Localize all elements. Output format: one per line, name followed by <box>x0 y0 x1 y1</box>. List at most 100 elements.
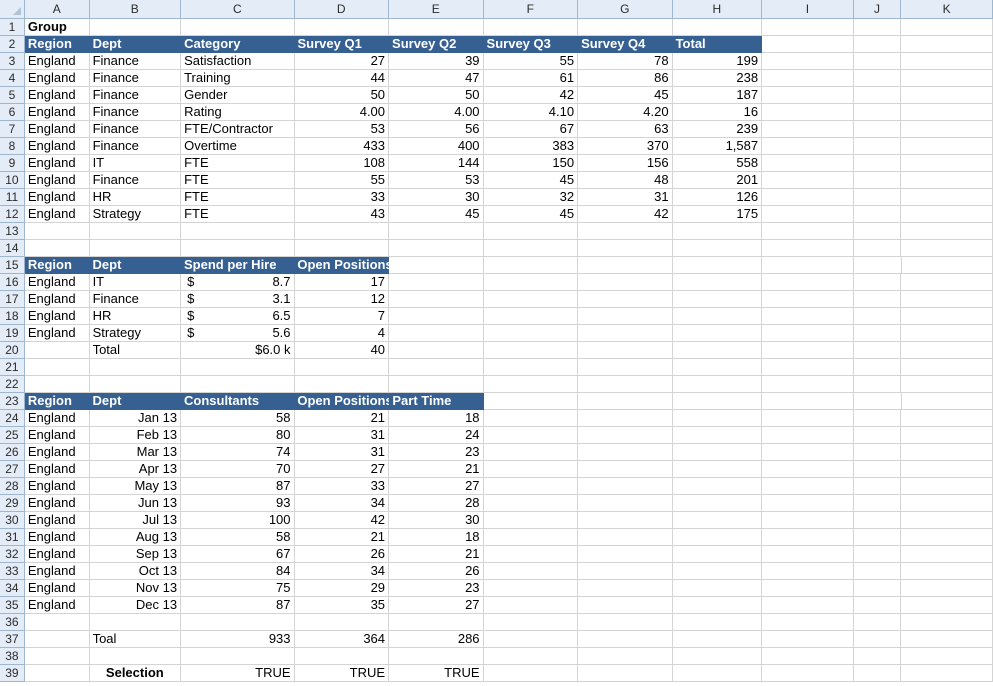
cell-f9[interactable]: 150 <box>483 155 579 172</box>
cell-c3[interactable]: Satisfaction <box>181 53 295 70</box>
cell-f5[interactable]: 42 <box>483 87 579 104</box>
cell-k10[interactable] <box>901 172 993 189</box>
cell-c1[interactable] <box>181 19 295 36</box>
cell-h2[interactable]: Total <box>672 36 763 53</box>
cell-f10[interactable]: 45 <box>483 172 579 189</box>
cell-j31[interactable] <box>853 529 902 546</box>
cell-e28[interactable]: 27 <box>389 478 484 495</box>
cell-k33[interactable] <box>901 563 993 580</box>
cell-c34[interactable]: 75 <box>181 580 295 597</box>
cell-d24[interactable]: 21 <box>294 410 390 427</box>
cell-d5[interactable]: 50 <box>294 87 390 104</box>
row-header[interactable]: 6 <box>0 104 25 121</box>
cell-c37[interactable]: 933 <box>181 631 295 648</box>
row-header[interactable]: 24 <box>0 410 25 427</box>
cell-e4[interactable]: 47 <box>389 70 484 87</box>
cell-f29[interactable] <box>483 495 579 512</box>
cell-a25[interactable]: England <box>24 427 90 444</box>
cell-h26[interactable] <box>672 444 763 461</box>
cell-c26[interactable]: 74 <box>181 444 295 461</box>
cell-j38[interactable] <box>853 648 902 665</box>
cell-b18[interactable]: HR <box>89 308 182 325</box>
cell-i37[interactable] <box>762 631 854 648</box>
cell-b2[interactable]: Dept <box>89 36 182 53</box>
row-header[interactable]: 13 <box>0 223 25 240</box>
cell-b14[interactable] <box>89 240 182 257</box>
cell-d33[interactable]: 34 <box>294 563 390 580</box>
cell-e20[interactable] <box>389 342 484 359</box>
cell-a2[interactable]: Region <box>24 36 90 53</box>
row-header[interactable]: 38 <box>0 648 25 665</box>
cell-h34[interactable] <box>672 580 763 597</box>
cell-a6[interactable]: England <box>24 104 90 121</box>
cell-h33[interactable] <box>672 563 763 580</box>
cell-e29[interactable]: 28 <box>389 495 484 512</box>
cell-f26[interactable] <box>483 444 579 461</box>
cell-f13[interactable] <box>483 223 579 240</box>
row-header[interactable]: 4 <box>0 70 25 87</box>
cell-b20[interactable]: Total <box>89 342 182 359</box>
cell-k36[interactable] <box>901 614 993 631</box>
cell-b21[interactable] <box>89 359 182 376</box>
cell-e30[interactable]: 30 <box>389 512 484 529</box>
cell-b28[interactable]: May 13 <box>89 478 182 495</box>
cell-a24[interactable]: England <box>24 410 90 427</box>
cell-b35[interactable]: Dec 13 <box>89 597 182 614</box>
cell-e1[interactable] <box>389 19 484 36</box>
cell-d35[interactable]: 35 <box>294 597 390 614</box>
cell-i11[interactable] <box>762 189 854 206</box>
cell-g29[interactable] <box>578 495 673 512</box>
cell-k8[interactable] <box>901 138 993 155</box>
cell-f22[interactable] <box>483 376 579 393</box>
cell-k22[interactable] <box>901 376 993 393</box>
cell-c17[interactable]: $3.1 <box>181 291 295 308</box>
cell-e38[interactable] <box>389 648 484 665</box>
row-header[interactable]: 7 <box>0 121 25 138</box>
column-header-g[interactable]: G <box>578 0 673 19</box>
cell-g14[interactable] <box>578 240 673 257</box>
cell-k34[interactable] <box>901 580 993 597</box>
cell-j10[interactable] <box>853 172 902 189</box>
cell-d3[interactable]: 27 <box>294 53 390 70</box>
cell-j4[interactable] <box>853 70 902 87</box>
cell-c35[interactable]: 87 <box>181 597 295 614</box>
cell-k20[interactable] <box>901 342 993 359</box>
cell-i5[interactable] <box>762 87 854 104</box>
cell-i33[interactable] <box>762 563 854 580</box>
cell-d8[interactable]: 433 <box>294 138 390 155</box>
cell-i31[interactable] <box>762 529 854 546</box>
row-header[interactable]: 11 <box>0 189 25 206</box>
cell-i1[interactable] <box>762 19 854 36</box>
cell-i20[interactable] <box>762 342 854 359</box>
cell-h10[interactable]: 201 <box>672 172 763 189</box>
cell-d27[interactable]: 27 <box>294 461 390 478</box>
cell-j9[interactable] <box>853 155 902 172</box>
select-all-corner[interactable] <box>0 0 25 19</box>
cell-b4[interactable]: Finance <box>89 70 182 87</box>
cell-i8[interactable] <box>762 138 854 155</box>
cell-k39[interactable] <box>901 665 993 682</box>
cell-g23[interactable] <box>578 393 673 410</box>
cell-d6[interactable]: 4.00 <box>294 104 390 121</box>
cell-b9[interactable]: IT <box>89 155 182 172</box>
cell-i35[interactable] <box>762 597 854 614</box>
cell-d19[interactable]: 4 <box>294 325 390 342</box>
cell-d2[interactable]: Survey Q1 <box>294 36 390 53</box>
cell-g15[interactable] <box>578 257 673 274</box>
cell-j8[interactable] <box>853 138 902 155</box>
cell-c22[interactable] <box>181 376 295 393</box>
cell-f31[interactable] <box>483 529 579 546</box>
cell-c9[interactable]: FTE <box>181 155 295 172</box>
column-header-c[interactable]: C <box>181 0 295 19</box>
row-header[interactable]: 34 <box>0 580 25 597</box>
cell-a21[interactable] <box>24 359 90 376</box>
cell-f23[interactable] <box>483 393 579 410</box>
cell-h18[interactable] <box>672 308 763 325</box>
cell-a4[interactable]: England <box>24 70 90 87</box>
cell-d21[interactable] <box>294 359 390 376</box>
cell-e31[interactable]: 18 <box>389 529 484 546</box>
cell-a11[interactable]: England <box>24 189 90 206</box>
cell-b3[interactable]: Finance <box>89 53 182 70</box>
row-header[interactable]: 9 <box>0 155 25 172</box>
cell-g6[interactable]: 4.20 <box>578 104 673 121</box>
